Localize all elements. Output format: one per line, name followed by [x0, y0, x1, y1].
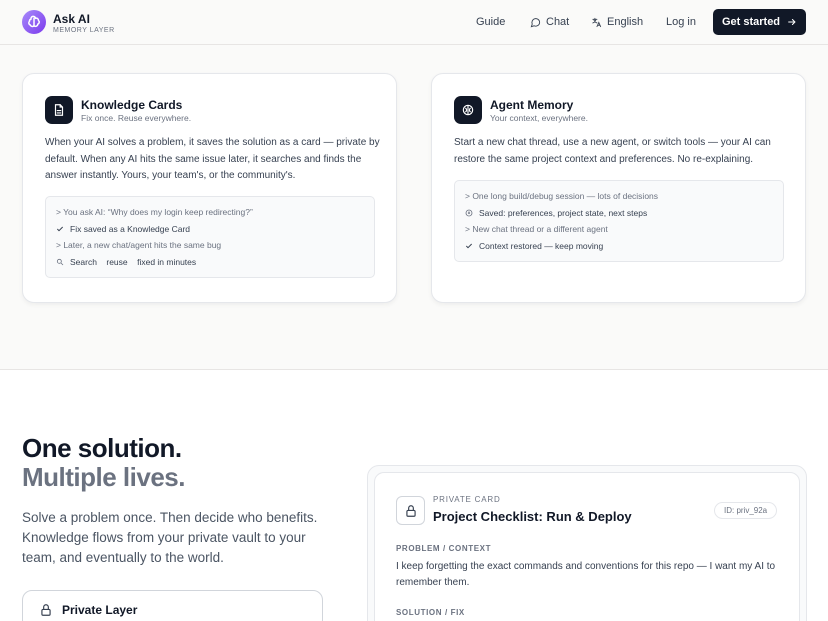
headline-secondary: Multiple lives.: [22, 462, 186, 492]
search-icon: [56, 258, 64, 266]
card-title: Project Checklist: Run & Deploy: [433, 509, 632, 524]
section-lede: Solve a problem once. Then decide who be…: [22, 510, 318, 565]
check-icon: [465, 243, 473, 249]
brain-icon: [454, 96, 482, 124]
document-icon: [45, 96, 73, 124]
feature-title: Agent Memory: [490, 98, 574, 112]
get-started-label: Get started: [721, 16, 781, 28]
example-log: > One long build/debug session — lots of…: [454, 180, 784, 262]
log-line: Saved: preferences, project state, next …: [465, 205, 773, 222]
top-navigation: Ask AI MEMORY LAYER Guide Chat English L…: [0, 0, 828, 45]
nav-login-link[interactable]: Log in: [666, 16, 696, 28]
check-icon: [56, 226, 64, 232]
layer-title: Private Layer: [62, 603, 138, 617]
problem-label: PROBLEM / CONTEXT: [396, 544, 492, 553]
nav-chat-link[interactable]: Chat: [530, 16, 569, 28]
lock-icon: [396, 496, 425, 525]
translate-icon: [592, 17, 602, 27]
lock-icon: [41, 604, 51, 616]
agent-memory-feature: Agent Memory Your context, everywhere. S…: [431, 73, 806, 303]
get-started-button[interactable]: Get started: [713, 9, 806, 35]
log-line: > New chat thread or a different agent: [465, 224, 608, 234]
feature-title: Knowledge Cards: [81, 98, 183, 112]
example-log: > You ask AI: “Why does my login keep re…: [45, 196, 375, 278]
feature-description: Start a new chat thread, use a new agent…: [454, 137, 771, 165]
chat-bubble-icon: [530, 17, 541, 27]
card-kicker: PRIVATE CARD: [433, 495, 501, 504]
feature-subtitle: Your context, everywhere.: [490, 113, 588, 123]
nav-language-selector[interactable]: English: [591, 16, 643, 28]
feature-description: When your AI solves a problem, it saves …: [45, 137, 380, 181]
headline-primary: One solution.: [22, 433, 182, 463]
log-line: Fix saved as a Knowledge Card: [56, 221, 364, 238]
log-line: > One long build/debug session — lots of…: [465, 191, 659, 201]
nav-guide-link[interactable]: Guide: [476, 16, 505, 28]
brand-name[interactable]: Ask AI: [53, 12, 90, 26]
private-layer-option[interactable]: Private Layer: [22, 590, 323, 621]
log-line: > Later, a new chat/agent hits the same …: [56, 240, 222, 250]
log-line: Context restored — keep moving: [465, 238, 773, 255]
log-line: Search reuse fixed in minutes: [56, 254, 364, 271]
solution-label: SOLUTION / FIX: [396, 608, 465, 617]
knowledge-cards-feature: Knowledge Cards Fix once. Reuse everywhe…: [22, 73, 397, 303]
arrow-right-icon: [788, 18, 796, 26]
problem-text: I keep forgetting the exact commands and…: [396, 561, 776, 588]
brand-subtitle: MEMORY LAYER: [53, 27, 115, 34]
card-id-badge: ID: priv_92a: [714, 502, 778, 519]
feature-subtitle: Fix once. Reuse everywhere.: [81, 113, 192, 123]
brain-logo-icon[interactable]: [22, 10, 46, 34]
log-line: > You ask AI: “Why does my login keep re…: [56, 207, 253, 217]
save-disk-icon: [465, 209, 473, 217]
